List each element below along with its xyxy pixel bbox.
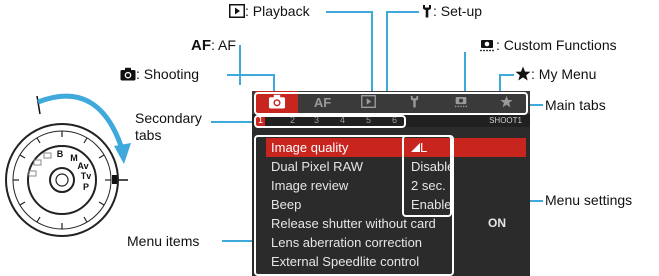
mode-dial: B M Av Tv P xyxy=(0,80,140,270)
secondary-tabs-callout: Secondary tabs xyxy=(135,110,202,144)
mymenu-leader-h xyxy=(499,74,514,76)
page-name: SHOOT1 xyxy=(489,116,522,125)
maintabs-leader xyxy=(529,104,543,106)
dial-mode-b: B xyxy=(57,149,64,159)
playback-label: : Playback xyxy=(245,3,310,19)
playback-callout: : Playback xyxy=(229,3,310,21)
shooting-label: : Shooting xyxy=(136,66,200,82)
af-leader xyxy=(239,45,241,85)
mymenu-leader-v xyxy=(499,74,501,91)
playback-leader-v xyxy=(371,11,373,91)
star-icon xyxy=(515,66,531,84)
menuitems-leader xyxy=(222,240,254,242)
shooting-leader-v xyxy=(273,74,275,91)
setup-callout: : Set-up xyxy=(421,3,482,21)
shooting-leader-h xyxy=(227,74,275,76)
my-menu-callout: : My Menu xyxy=(515,66,596,84)
camera-menu-screen: AF 1 2 3 4 5 6 SHOOT1 Image quality L Du… xyxy=(252,91,530,276)
dial-mode-tv: Tv xyxy=(81,171,92,181)
main-tabs-frame xyxy=(254,92,528,115)
custom-functions-callout: : Custom Functions xyxy=(478,37,617,55)
menu-settings-frame xyxy=(402,135,452,217)
menu-setting-value: ON xyxy=(488,216,506,230)
menu-settings-callout: Menu settings xyxy=(545,192,633,208)
playback-icon xyxy=(229,3,245,21)
main-tabs-callout: Main tabs xyxy=(545,97,606,113)
custom-functions-icon xyxy=(478,38,496,55)
secondary-tabs-frame xyxy=(254,115,406,128)
af-prefix: AF xyxy=(191,37,211,54)
playback-leader-h xyxy=(326,11,372,13)
wrench-icon xyxy=(421,4,433,21)
secondary-tabs-label-2: tabs xyxy=(135,127,162,143)
dial-mode-av: Av xyxy=(77,161,88,171)
custom-functions-label: : Custom Functions xyxy=(496,37,617,53)
setup-leader-v xyxy=(386,11,388,91)
my-menu-label: : My Menu xyxy=(531,66,597,82)
af-label: : AF xyxy=(211,37,236,53)
secondary-tabs-label-1: Secondary xyxy=(135,110,202,126)
setup-leader-h xyxy=(386,11,419,13)
dial-mode-p: P xyxy=(83,182,89,192)
setup-label: : Set-up xyxy=(433,3,483,19)
af-callout: AF: AF xyxy=(191,37,236,54)
custom-leader xyxy=(464,52,466,91)
secondary-leader xyxy=(211,121,252,123)
